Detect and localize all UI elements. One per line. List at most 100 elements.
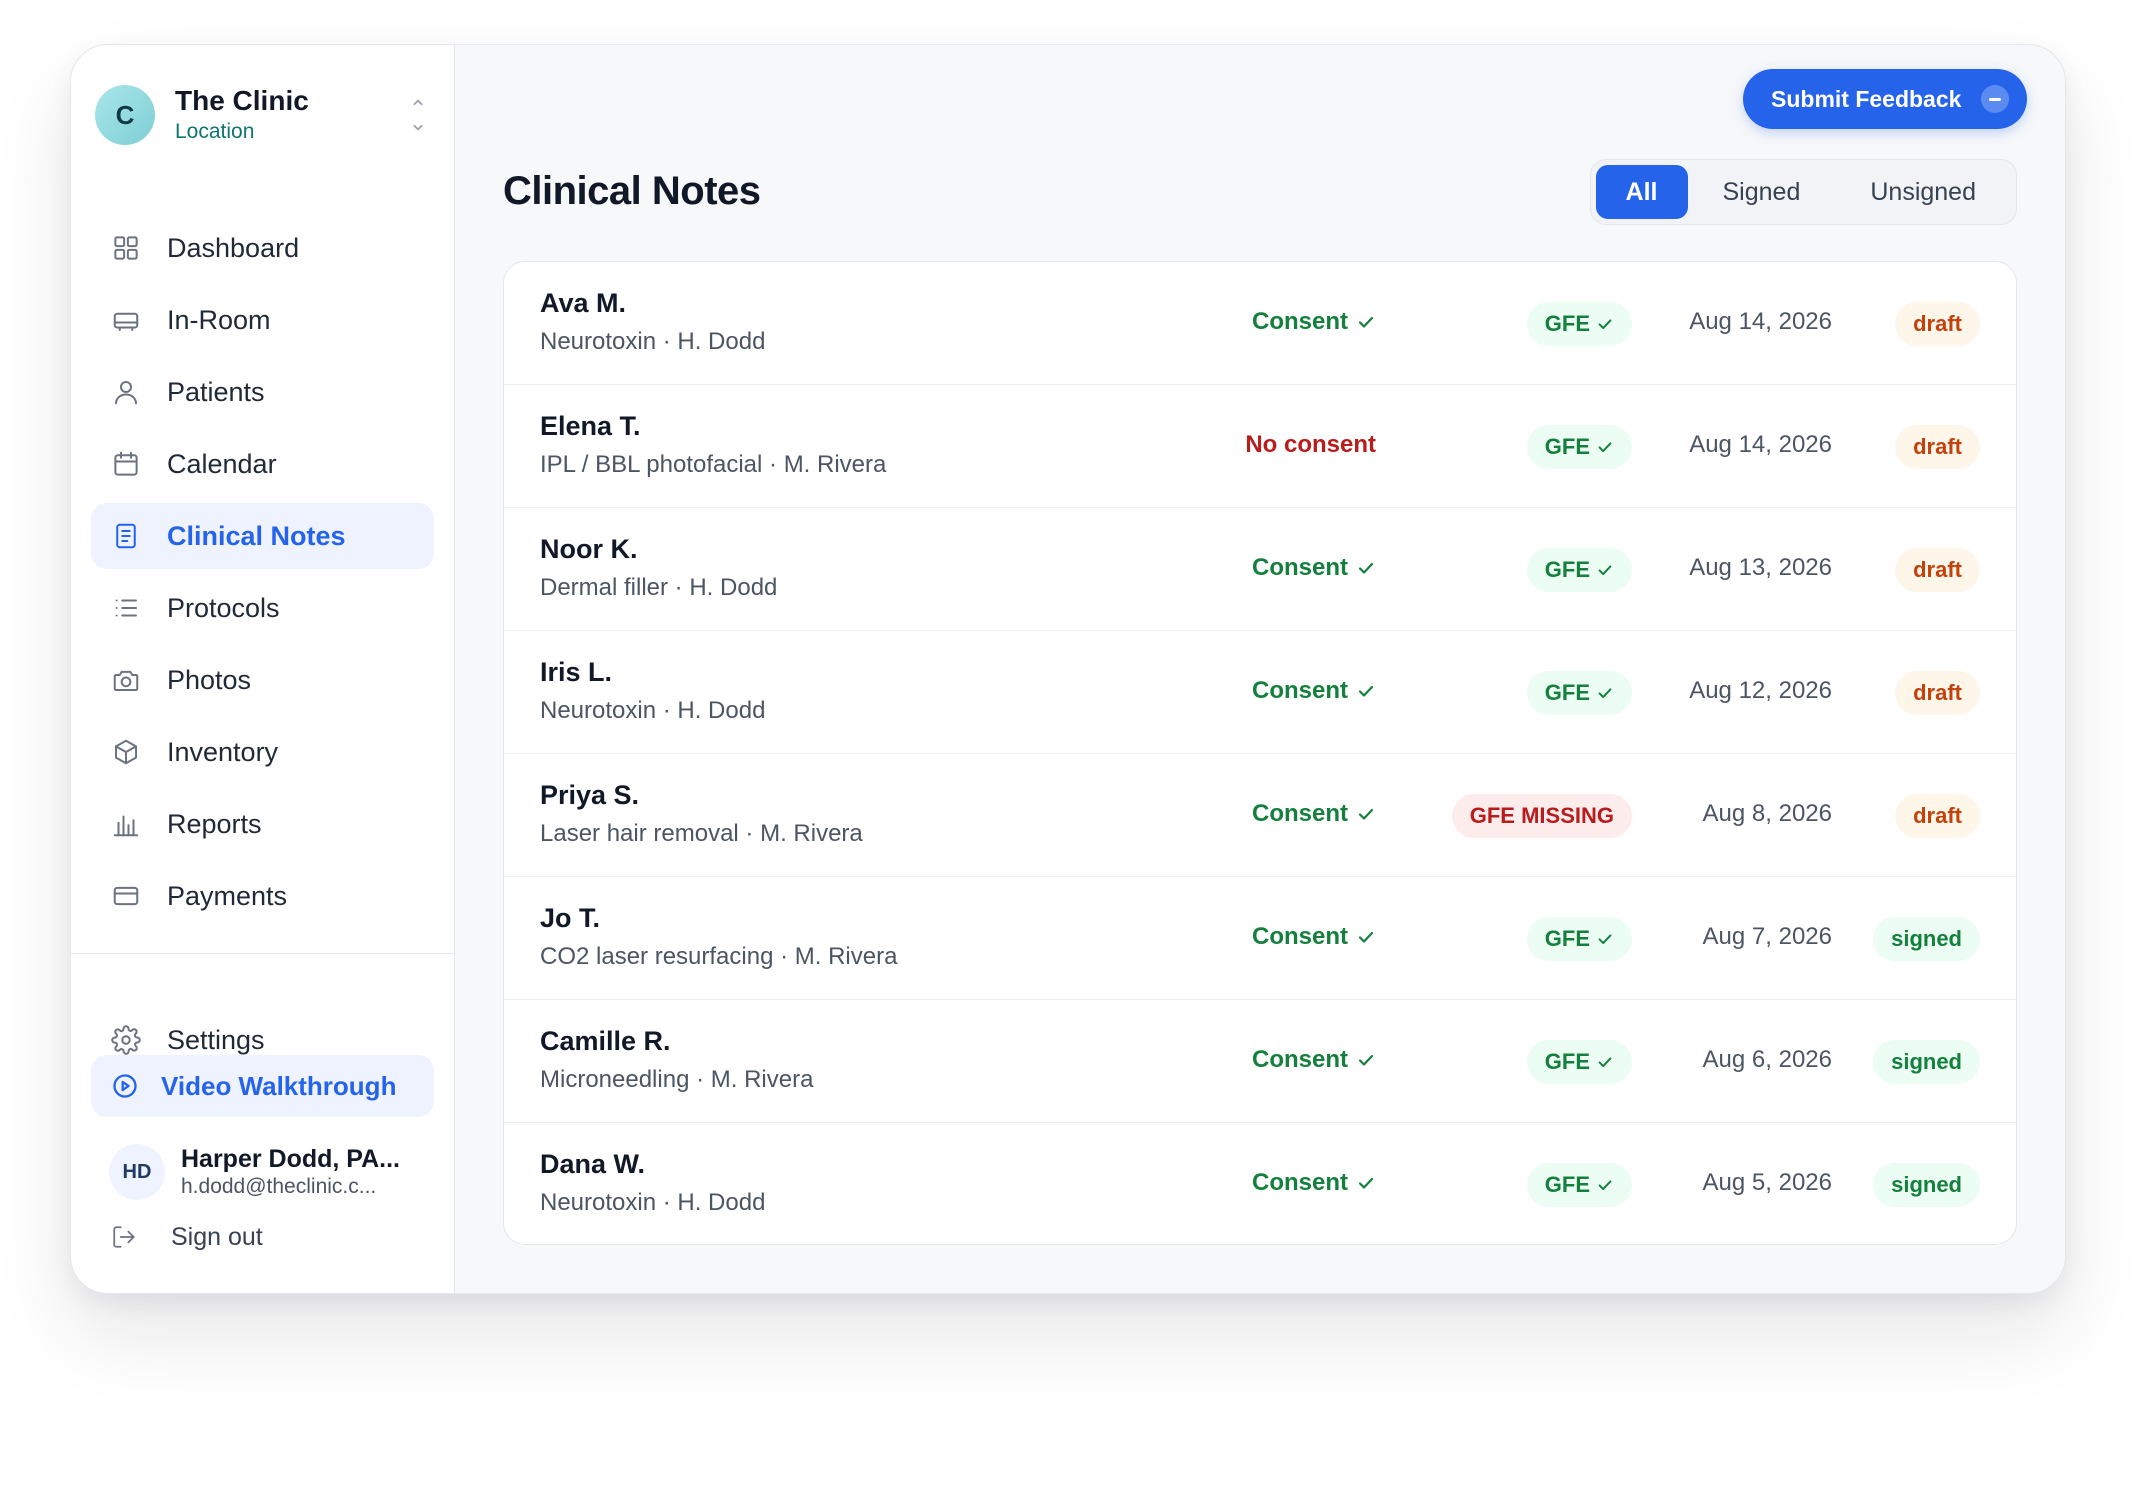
consent-status: Consent (1252, 800, 1376, 828)
clinic-info: The Clinic Location (175, 84, 406, 146)
clinic-switcher[interactable]: C The Clinic Location (95, 77, 430, 153)
consent-label: Consent (1252, 923, 1348, 950)
status-badge: draft (1895, 302, 1980, 346)
grid-icon (114, 236, 138, 260)
table-row[interactable]: Elena T. IPL / BBL photofacial · M. River… (504, 385, 2016, 508)
consent-status: Consent (1252, 308, 1376, 336)
clinic-avatar: C (95, 85, 155, 145)
document-icon (116, 523, 136, 549)
monitor-icon (113, 312, 139, 331)
status-badge: draft (1895, 794, 1980, 838)
sidebar-item-inventory[interactable]: Inventory (91, 719, 434, 785)
user-email: h.dodd@theclinic.c... (181, 1175, 377, 1198)
table-row[interactable]: Dana W. Neurotoxin · H. Dodd Consent GFE Aug… (504, 1123, 2016, 1244)
clinic-name: The Clinic (175, 85, 309, 116)
sidebar-item-label: Payments (167, 880, 288, 911)
table-row[interactable]: Iris L. Neurotoxin · H. Dodd Consent GFE Aug… (504, 631, 2016, 754)
check-icon (1358, 316, 1374, 328)
page-title: Clinical Notes (503, 169, 761, 213)
clinic-location: Location (175, 120, 255, 143)
sign-out-label: Sign out (171, 1222, 263, 1251)
gfe-badge: GFE (1526, 425, 1632, 469)
status-badge: signed (1873, 1163, 1980, 1207)
gfe-label: GFE (1544, 1172, 1590, 1197)
gfe-badge: GFE (1526, 548, 1632, 592)
sidebar-nav: Dashboard In-Room Patients Calendar Clinical… (91, 215, 434, 935)
table-row[interactable]: Noor K. Dermal filler · H. Dodd Consent GFE… (504, 508, 2016, 631)
sidebar-item-in-room[interactable]: In-Room (91, 287, 434, 353)
treatment-provider: Laser hair removal · M. Rivera (540, 820, 863, 847)
consent-status: Consent (1252, 554, 1376, 582)
sidebar-item-label: Calendar (167, 448, 277, 479)
sidebar-item-calendar[interactable]: Calendar (91, 431, 434, 497)
sidebar-item-protocols[interactable]: Protocols (91, 575, 434, 641)
video-walkthrough-label: Video Walkthrough (161, 1070, 397, 1101)
sidebar-item-label: In-Room (167, 304, 271, 335)
check-icon (1358, 1054, 1374, 1066)
check-icon (1598, 934, 1612, 945)
table-row[interactable]: Camille R. Microneedling · M. Rivera Conse… (504, 1000, 2016, 1123)
sidebar-item-patients[interactable]: Patients (91, 359, 434, 425)
box-icon (115, 739, 137, 765)
clinical-notes-table: Ava M. Neurotoxin · H. Dodd Consent GFE Aug … (503, 261, 2017, 1245)
tab-unsigned[interactable]: Unsigned (1835, 165, 2011, 219)
check-icon (1598, 319, 1612, 330)
user-name: Harper Dodd, PA... (181, 1145, 401, 1173)
check-icon (1358, 1177, 1374, 1189)
table-row[interactable]: Ava M. Neurotoxin · H. Dodd Consent GFE Aug … (504, 262, 2016, 385)
user-profile[interactable]: HD Harper Dodd, PA... h.dodd@theclinic.c… (109, 1139, 434, 1205)
patient-name: Ava M. (540, 288, 627, 318)
main-content: Submit Feedback Clinical Notes All Signed… (455, 45, 2065, 1293)
video-walkthrough-button[interactable]: Video Walkthrough (91, 1055, 434, 1117)
patient-name: Camille R. (540, 1026, 671, 1056)
tab-all[interactable]: All (1595, 165, 1688, 219)
consent-label: Consent (1252, 677, 1348, 704)
gfe-label: GFE (1544, 1049, 1590, 1074)
patient-name: Dana W. (540, 1149, 646, 1179)
consent-label: Consent (1252, 1046, 1348, 1073)
sign-out-icon (113, 1226, 135, 1248)
check-icon (1598, 442, 1612, 453)
gfe-badge: GFE (1526, 671, 1632, 715)
tab-signed[interactable]: Signed (1688, 165, 1836, 219)
play-circle-icon (113, 1074, 137, 1098)
sidebar-item-label: Reports (167, 808, 262, 839)
user-icon (115, 381, 137, 405)
table-row[interactable]: Jo T. CO2 laser resurfacing · M. Rivera Co… (504, 877, 2016, 1000)
submit-feedback-button[interactable]: Submit Feedback (1743, 69, 2027, 129)
sidebar-item-dashboard[interactable]: Dashboard (91, 215, 434, 281)
note-date: Aug 12, 2026 (1689, 677, 1832, 704)
gfe-label: GFE (1544, 680, 1590, 705)
note-date: Aug 8, 2026 (1702, 800, 1832, 827)
sign-out-button[interactable]: Sign out (111, 1217, 263, 1257)
note-date: Aug 7, 2026 (1702, 923, 1832, 950)
status-badge: draft (1895, 671, 1980, 715)
check-icon (1598, 1057, 1612, 1068)
sidebar-item-payments[interactable]: Payments (91, 863, 434, 929)
chevron-up-down-icon[interactable] (406, 91, 430, 139)
filter-tabs: All Signed Unsigned (1589, 159, 2017, 225)
note-date: Aug 5, 2026 (1702, 1169, 1832, 1196)
patient-name: Iris L. (540, 657, 613, 687)
patient-name: Jo T. (540, 903, 601, 933)
avatar: HD (109, 1144, 165, 1200)
check-icon (1358, 931, 1374, 943)
sidebar-item-reports[interactable]: Reports (91, 791, 434, 857)
table-row[interactable]: Priya S. Laser hair removal · M. Rivera Co… (504, 754, 2016, 877)
credit-card-icon (113, 886, 139, 906)
note-date: Aug 6, 2026 (1702, 1046, 1832, 1073)
camera-icon (113, 670, 139, 691)
bar-chart-icon (113, 815, 139, 837)
sidebar-item-clinical-notes[interactable]: Clinical Notes (91, 503, 434, 569)
status-badge: signed (1873, 1040, 1980, 1084)
consent-status: No consent (1245, 431, 1376, 459)
sidebar-item-photos[interactable]: Photos (91, 647, 434, 713)
gfe-badge: GFE (1526, 917, 1632, 961)
minus-circle-icon[interactable] (1981, 85, 2009, 113)
app-window: C The Clinic Location Dashboard In-Room Pa… (70, 44, 2066, 1294)
calendar-icon (114, 451, 138, 476)
consent-label: No consent (1245, 431, 1376, 458)
treatment-provider: CO2 laser resurfacing · M. Rivera (540, 943, 898, 970)
gear-icon (111, 1025, 141, 1055)
gfe-badge: GFE (1526, 1040, 1632, 1084)
